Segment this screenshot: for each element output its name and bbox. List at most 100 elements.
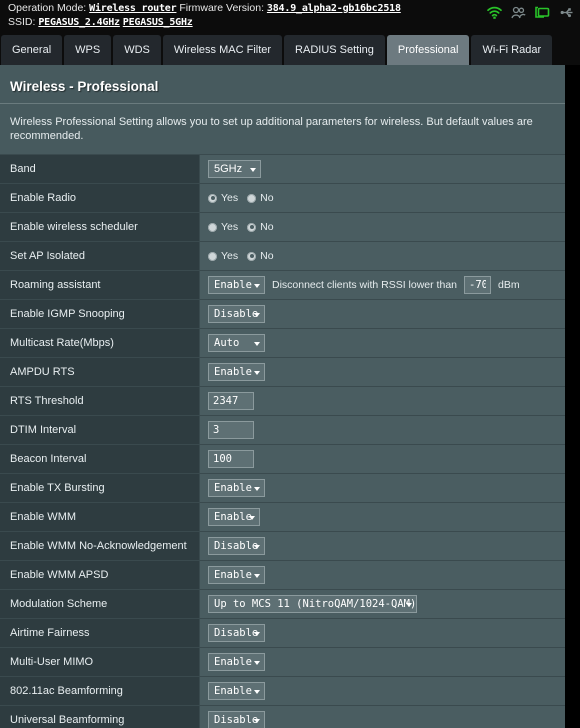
main-panel: Wireless - Professional Wireless Profess…	[0, 65, 565, 728]
radio-no-icon[interactable]	[247, 193, 257, 203]
setting-label: Enable wireless scheduler	[0, 213, 200, 241]
radio-no-icon[interactable]	[247, 222, 257, 232]
select-control[interactable]: Disable	[208, 305, 265, 323]
settings-table: Band 5GHz Enable Radio Yes No Enable wireless…	[0, 154, 565, 728]
chevron-down-icon	[254, 370, 260, 375]
setting-row-multicast-rate-mbps: Multicast Rate(Mbps) Auto	[0, 329, 565, 358]
rts-threshold-input[interactable]	[208, 392, 254, 410]
setting-row-802-11ac-beamforming: 802.11ac Beamforming Enable	[0, 677, 565, 706]
select-value: Enable	[214, 482, 252, 494]
setting-control: Auto	[200, 329, 565, 357]
setting-control: Yes No	[200, 242, 565, 270]
select-control[interactable]: Enable	[208, 682, 265, 700]
select-control[interactable]: Disable	[208, 624, 265, 642]
wifi-icon[interactable]	[487, 6, 502, 19]
tab-professional[interactable]: Professional	[386, 35, 470, 65]
radio-group: Yes No	[208, 250, 274, 262]
radio-no-icon[interactable]	[247, 251, 257, 261]
status-bar: Operation Mode: Wireless router Firmware…	[0, 0, 580, 33]
setting-row-enable-tx-bursting: Enable TX Bursting Enable	[0, 474, 565, 503]
setting-label: Enable Radio	[0, 184, 200, 212]
setting-control: Disable	[200, 706, 565, 728]
setting-label: Multicast Rate(Mbps)	[0, 329, 200, 357]
radio-yes-icon[interactable]	[208, 193, 217, 203]
setting-label: 802.11ac Beamforming	[0, 677, 200, 705]
firmware-value[interactable]: 384.9_alpha2-gb16bc2518	[267, 3, 401, 14]
select-control[interactable]: Enable	[208, 566, 265, 584]
radio-label: Yes	[221, 221, 239, 233]
select-value: Enable	[214, 656, 252, 668]
dtim-interval-input[interactable]	[208, 421, 254, 439]
radio-option-no[interactable]: No	[247, 192, 274, 204]
radio-option-yes[interactable]: Yes	[208, 221, 238, 233]
select-control[interactable]: Up to MCS 11 (NitroQAM/1024-QAM)	[208, 595, 417, 613]
setting-control	[200, 416, 565, 444]
radio-option-no[interactable]: No	[247, 221, 274, 233]
setting-control: Disable	[200, 300, 565, 328]
setting-label: AMPDU RTS	[0, 358, 200, 386]
setting-control: Enable	[200, 503, 565, 531]
setting-label: Enable WMM No-Acknowledgement	[0, 532, 200, 560]
select-control[interactable]: Disable	[208, 711, 265, 728]
setting-control: Yes No	[200, 184, 565, 212]
radio-label: No	[260, 221, 274, 233]
tab-radius-setting[interactable]: RADIUS Setting	[284, 35, 385, 65]
setting-control: Disable	[200, 532, 565, 560]
setting-row-beacon-interval: Beacon Interval	[0, 445, 565, 474]
status-icon-group	[487, 6, 574, 19]
tab-wireless-mac-filter[interactable]: Wireless MAC Filter	[162, 35, 283, 65]
tab-label: Professional	[397, 44, 459, 56]
setting-label: Beacon Interval	[0, 445, 200, 473]
setting-control: Disable	[200, 619, 565, 647]
select-control[interactable]: Enable	[208, 508, 260, 526]
setting-label: Roaming assistant	[0, 271, 200, 299]
setting-label: Enable TX Bursting	[0, 474, 200, 502]
setting-row-dtim-interval: DTIM Interval	[0, 416, 565, 445]
setting-control: Up to MCS 11 (NitroQAM/1024-QAM)	[200, 590, 565, 618]
select-control[interactable]: Enable	[208, 479, 265, 497]
setting-label: Multi-User MIMO	[0, 648, 200, 676]
select-value: Enable	[214, 279, 252, 291]
setting-control: Enable Disconnect clients with RSSI lower…	[200, 271, 565, 299]
network-map-icon[interactable]	[535, 6, 550, 19]
select-control[interactable]: 5GHz	[208, 160, 261, 178]
select-value: Disable	[214, 627, 259, 639]
ssid-link-2g[interactable]: PEGASUS_2.4GHz	[38, 17, 120, 28]
select-value: Enable	[214, 685, 252, 697]
setting-row-enable-wmm-no-acknowledgement: Enable WMM No-Acknowledgement Disable	[0, 532, 565, 561]
beacon-interval-input[interactable]	[208, 450, 254, 468]
rssi-threshold-input[interactable]	[464, 276, 491, 294]
select-control[interactable]: Enable	[208, 276, 265, 294]
radio-label: No	[260, 192, 274, 204]
tab-general[interactable]: General	[1, 35, 63, 65]
ssid-link-5g[interactable]: PEGASUS_5GHz	[123, 17, 193, 28]
status-line-firmware: Operation Mode: Wireless router Firmware…	[8, 1, 401, 16]
radio-option-yes[interactable]: Yes	[208, 250, 238, 262]
tab-wds[interactable]: WDS	[113, 35, 161, 65]
tab-wps[interactable]: WPS	[64, 35, 112, 65]
select-control[interactable]: Enable	[208, 363, 265, 381]
operation-mode-value[interactable]: Wireless router	[89, 3, 177, 14]
radio-yes-icon[interactable]	[208, 251, 217, 261]
radio-option-no[interactable]: No	[247, 250, 274, 262]
setting-label: DTIM Interval	[0, 416, 200, 444]
tab-label: Wi-Fi Radar	[482, 44, 542, 56]
radio-yes-icon[interactable]	[208, 222, 217, 232]
setting-control: 5GHz	[200, 155, 565, 183]
select-control[interactable]: Disable	[208, 537, 265, 555]
setting-label: RTS Threshold	[0, 387, 200, 415]
tab-label: Wireless MAC Filter	[173, 44, 272, 56]
clients-icon[interactable]	[511, 6, 526, 19]
setting-row-airtime-fairness: Airtime Fairness Disable	[0, 619, 565, 648]
setting-control: Enable	[200, 358, 565, 386]
radio-label: Yes	[221, 192, 239, 204]
radio-option-yes[interactable]: Yes	[208, 192, 238, 204]
select-control[interactable]: Auto	[208, 334, 265, 352]
select-control[interactable]: Enable	[208, 653, 265, 671]
select-value: Disable	[214, 714, 259, 726]
operation-mode-label: Operation Mode:	[8, 2, 87, 14]
panel-header: Wireless - Professional	[0, 65, 565, 103]
ssid-label: SSID:	[8, 16, 36, 28]
tab-wi-fi-radar[interactable]: Wi-Fi Radar	[471, 35, 553, 65]
usb-icon[interactable]	[559, 6, 574, 19]
